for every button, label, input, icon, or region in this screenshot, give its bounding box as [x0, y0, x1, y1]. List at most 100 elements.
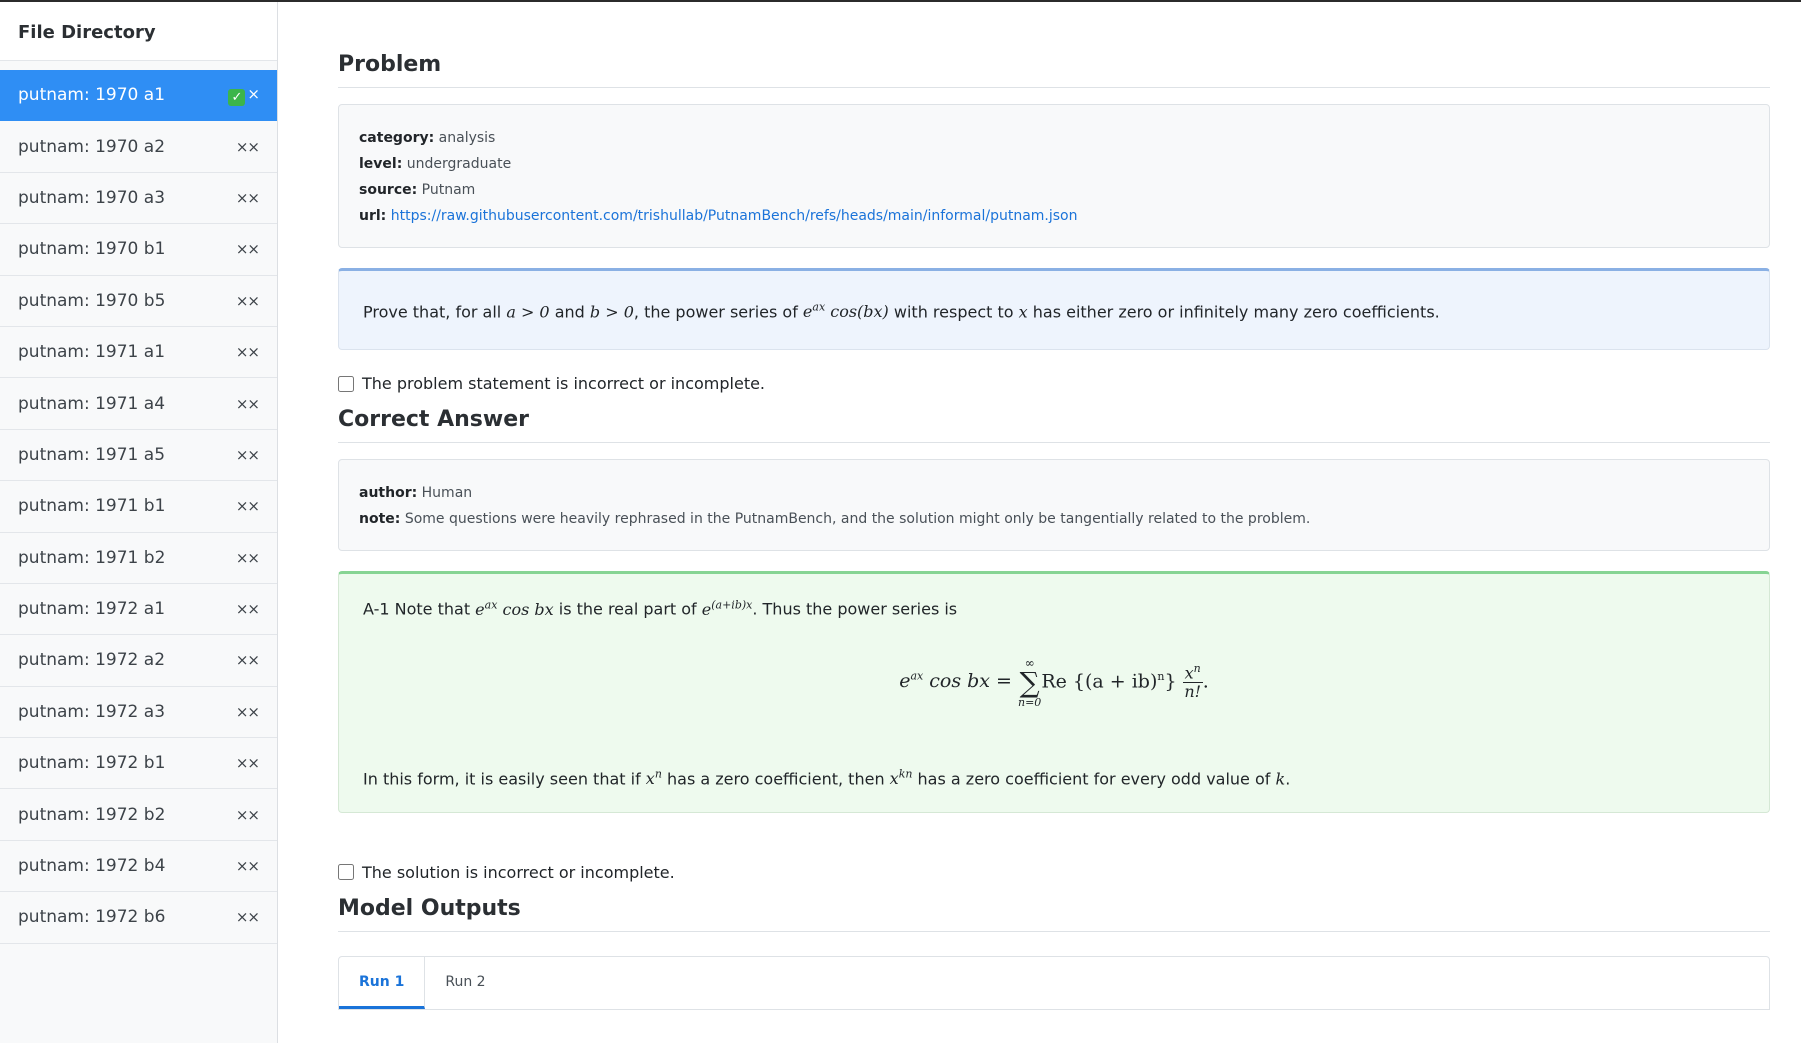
- meta-value: analysis: [438, 130, 496, 146]
- frac-numerator: xn: [1182, 661, 1203, 684]
- math-inline: x: [1018, 302, 1028, 322]
- file-item[interactable]: putnam: 1971 a4 ××: [0, 378, 277, 430]
- status-icon: ××: [235, 445, 260, 464]
- statement-text: , the power series of: [633, 302, 803, 322]
- status-icon: ✓ ×: [228, 85, 260, 106]
- file-item[interactable]: putnam: 1972 b2 ××: [0, 789, 277, 841]
- model-output-tabs: Run 1 Run 2: [338, 955, 1770, 1010]
- solution-text: . Thus the power series is: [752, 599, 958, 619]
- file-item[interactable]: putnam: 1970 a3 ××: [0, 173, 277, 225]
- file-item[interactable]: putnam: 1972 a1 ××: [0, 584, 277, 636]
- model-outputs-heading: Model Outputs: [338, 896, 1770, 932]
- math-base: e: [701, 599, 712, 619]
- file-item[interactable]: putnam: 1972 a2 ××: [0, 635, 277, 687]
- problem-incorrect-checkbox[interactable]: [338, 375, 354, 392]
- source-url-link[interactable]: https://raw.githubusercontent.com/trishu…: [391, 208, 1078, 224]
- math-sup: ax: [484, 598, 498, 612]
- solution-text: has a zero coefficient, then: [661, 768, 890, 788]
- file-item[interactable]: putnam: 1971 a5 ××: [0, 430, 277, 482]
- math-sup: n: [654, 767, 662, 781]
- statement-text: and: [549, 302, 590, 322]
- file-item-label: putnam: 1970 a2: [18, 136, 166, 157]
- sum-lower: n=0: [1018, 695, 1042, 709]
- math-base: e: [802, 302, 813, 322]
- status-icon: ××: [235, 240, 260, 259]
- file-item[interactable]: putnam: 1970 b5 ××: [0, 276, 277, 327]
- answer-meta-box: author: Human note: Some questions were …: [338, 459, 1770, 552]
- math-inline: b > 0: [589, 302, 634, 322]
- statement-text: Prove that, for all: [363, 302, 507, 322]
- file-item[interactable]: putnam: 1972 b6 ××: [0, 892, 277, 944]
- eq-body-close: }: [1164, 670, 1177, 693]
- solution-line-2: In this form, it is easily seen that if …: [363, 768, 1745, 788]
- correct-answer-heading: Correct Answer: [338, 407, 1770, 444]
- checkbox-label: The problem statement is incorrect or in…: [362, 374, 766, 394]
- math-sup: kn: [898, 767, 913, 781]
- math-inline: a > 0: [506, 302, 550, 322]
- meta-value: Human: [421, 485, 473, 502]
- file-item[interactable]: putnam: 1972 b4 ××: [0, 841, 277, 893]
- solution-text: has a zero coefficient for every odd val…: [912, 768, 1276, 788]
- status-icon: ××: [235, 600, 260, 619]
- math-base: x: [645, 768, 655, 788]
- file-item-label: putnam: 1972 a3: [18, 701, 166, 722]
- status-icon: ××: [235, 497, 260, 516]
- file-item-label: putnam: 1972 b2: [18, 804, 166, 825]
- eq-sum: ∞ ∑ n=0: [1018, 657, 1041, 708]
- tab-run-1[interactable]: Run 1: [339, 956, 426, 1009]
- file-item-label: putnam: 1972 b1: [18, 753, 166, 774]
- file-item[interactable]: putnam: 1971 b1 ××: [0, 481, 277, 533]
- status-icon: ××: [235, 548, 260, 567]
- main-content: Problem category: analysis level: underg…: [338, 2, 1770, 1043]
- file-item[interactable]: putnam: 1972 b1 ××: [0, 738, 277, 790]
- solution-text: is the real part of: [553, 599, 702, 619]
- frac-denominator: n!: [1184, 682, 1202, 702]
- file-item[interactable]: putnam: 1970 a1 ✓ ×: [0, 70, 277, 122]
- eq-body: Re {(a + ib): [1041, 670, 1158, 693]
- math-rest: cos bx: [497, 599, 554, 619]
- file-item-label: putnam: 1970 a3: [18, 187, 166, 208]
- tab-run-2[interactable]: Run 2: [425, 957, 505, 1009]
- solution-text: In this form, it is easily seen that if: [363, 768, 646, 788]
- status-icon: ××: [235, 651, 260, 670]
- status-icon: ××: [235, 754, 260, 773]
- math-sup: ax: [812, 301, 826, 314]
- math-inline: e(a+ib)x: [701, 598, 753, 619]
- file-item[interactable]: putnam: 1971 b2 ××: [0, 533, 277, 584]
- file-item-label: putnam: 1972 b6: [18, 907, 166, 928]
- math-sup: ax: [910, 669, 924, 683]
- file-item-label: putnam: 1970 a1: [18, 85, 166, 106]
- problem-statement: Prove that, for all a > 0 and b > 0, the…: [338, 268, 1770, 351]
- solution-text: A-1 Note that: [363, 599, 476, 619]
- meta-value: Some questions were heavily rephrased in…: [404, 511, 1311, 528]
- file-list: putnam: 1970 a1 ✓ × putnam: 1970 a2 ×× putn…: [0, 70, 277, 944]
- sidebar-title: File Directory: [0, 2, 277, 61]
- math-base: x: [1184, 662, 1194, 682]
- meta-key: note:: [359, 511, 401, 528]
- solution-incorrect-checkbox[interactable]: [338, 864, 354, 881]
- file-item[interactable]: putnam: 1970 a2 ××: [0, 121, 277, 173]
- solution-line-1: A-1 Note that e ax cos bx is the real par…: [363, 598, 1745, 618]
- status-icon: ××: [235, 702, 260, 721]
- math-base: x: [889, 768, 899, 788]
- meta-key: source:: [359, 182, 418, 198]
- file-item[interactable]: putnam: 1972 a3 ××: [0, 687, 277, 739]
- solution-incorrect-checkbox-row[interactable]: The solution is incorrect or incomplete.: [338, 863, 1770, 882]
- math-sup: n: [1193, 661, 1201, 675]
- solution-text: .: [1285, 768, 1291, 788]
- math-rest: cos(bx): [825, 302, 889, 322]
- file-item-label: putnam: 1971 a4: [18, 393, 166, 414]
- display-equation: eax cos bx = ∞ ∑ n=0 Re {(a + ib) n} xn n!.: [363, 657, 1745, 708]
- solution-box: A-1 Note that e ax cos bx is the real par…: [338, 571, 1770, 813]
- status-icon: ××: [235, 291, 260, 310]
- status-icon: ××: [235, 857, 260, 876]
- meta-key: url:: [359, 208, 387, 224]
- meta-value: Putnam: [421, 182, 476, 198]
- problem-incorrect-checkbox-row[interactable]: The problem statement is incorrect or in…: [338, 374, 1770, 393]
- meta-note: note: Some questions were heavily rephra…: [359, 506, 1749, 532]
- file-item[interactable]: putnam: 1970 b1 ××: [0, 224, 277, 276]
- file-item[interactable]: putnam: 1971 a1 ××: [0, 327, 277, 379]
- meta-category: category: analysis: [359, 125, 1749, 151]
- statement-text: with respect to: [888, 302, 1019, 322]
- status-icon: ××: [235, 343, 260, 362]
